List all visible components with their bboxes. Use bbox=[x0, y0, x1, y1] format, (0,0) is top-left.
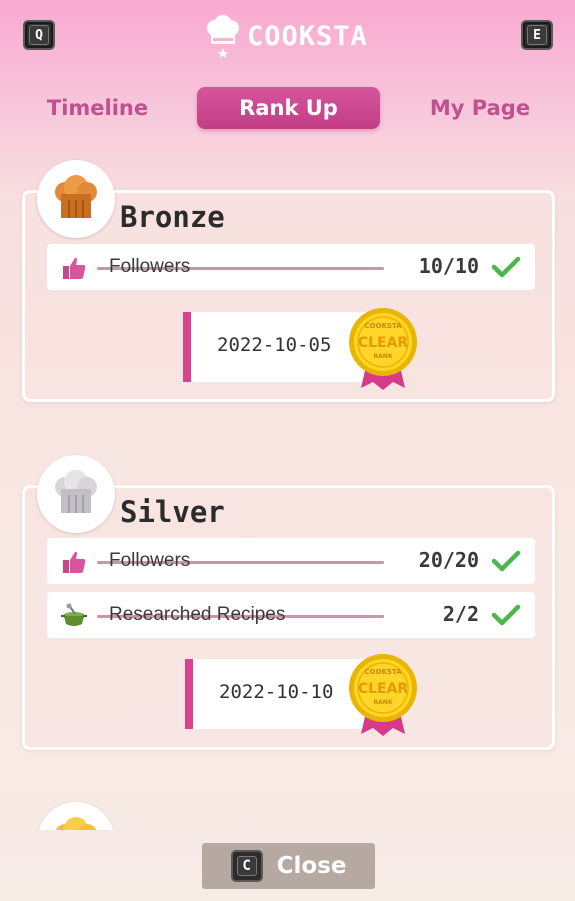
close-button[interactable]: C Close bbox=[202, 843, 375, 889]
requirement-progress: 20/20 bbox=[418, 548, 479, 572]
requirement-label: Researched Recipes bbox=[109, 604, 286, 625]
q-key-hint[interactable]: Q bbox=[23, 20, 55, 50]
brand-title: COOKSTA bbox=[247, 20, 368, 52]
rank-avatar-silver bbox=[37, 455, 115, 533]
requirement-progress: 10/10 bbox=[418, 254, 479, 278]
medal-text-main: CLEAR bbox=[358, 681, 409, 697]
e-key-label: E bbox=[527, 25, 547, 45]
rank-avatar-gold bbox=[37, 802, 115, 830]
medal-text-main: CLEAR bbox=[358, 335, 409, 351]
requirement-label: Followers bbox=[109, 550, 191, 571]
thumbs-up-icon bbox=[63, 551, 86, 573]
tab-my-page[interactable]: My Page bbox=[420, 87, 540, 129]
rank-list[interactable]: Followers 10/10 2022-10-05 COOKSTA CLEAR… bbox=[0, 150, 575, 830]
clear-date: 2022-10-05 bbox=[217, 334, 332, 356]
c-key-label: C bbox=[236, 856, 257, 876]
bronze-chef-hat-icon bbox=[55, 175, 97, 218]
tab-rank-up[interactable]: Rank Up bbox=[197, 87, 380, 129]
brand-logo: COOKSTA bbox=[205, 14, 368, 58]
close-label: Close bbox=[276, 853, 347, 879]
medal-text-bottom: RANK bbox=[374, 353, 393, 360]
chef-hat-icon bbox=[207, 15, 239, 58]
silver-chef-hat-icon bbox=[55, 470, 97, 513]
medal-text-top: COOKSTA bbox=[364, 668, 402, 676]
medal-text-top: COOKSTA bbox=[364, 322, 402, 330]
medal-text-bottom: RANK bbox=[374, 699, 393, 706]
rank-avatar-bronze bbox=[37, 160, 115, 238]
checkmark-icon bbox=[491, 604, 521, 626]
checkmark-icon bbox=[491, 256, 521, 278]
e-key-hint[interactable]: E bbox=[521, 20, 553, 50]
requirement-label: Followers bbox=[109, 256, 191, 277]
clear-date: 2022-10-10 bbox=[219, 681, 334, 703]
clear-medal-icon: COOKSTA CLEAR RANK bbox=[349, 654, 417, 736]
tab-timeline[interactable]: Timeline bbox=[40, 87, 155, 129]
rank-name: Silver bbox=[120, 495, 225, 529]
q-key-label: Q bbox=[29, 25, 49, 45]
thumbs-up-icon bbox=[63, 257, 86, 279]
rank-name: Bronze bbox=[120, 200, 225, 234]
requirement-row: Followers 20/20 bbox=[47, 538, 535, 584]
clear-medal-icon: COOKSTA CLEAR RANK bbox=[349, 308, 417, 390]
rank-card-silver: Followers 20/20 Researched Recipes 2/2 2… bbox=[22, 485, 555, 750]
gold-chef-hat-icon bbox=[55, 817, 97, 830]
cooking-pot-icon bbox=[61, 603, 87, 626]
checkmark-icon bbox=[491, 550, 521, 572]
requirement-progress: 2/2 bbox=[442, 602, 479, 626]
tab-bar: Timeline Rank Up My Page bbox=[0, 87, 575, 129]
c-key-hint: C bbox=[230, 850, 263, 882]
requirement-row: Followers 10/10 bbox=[47, 244, 535, 290]
requirement-row: Researched Recipes 2/2 bbox=[47, 592, 535, 638]
